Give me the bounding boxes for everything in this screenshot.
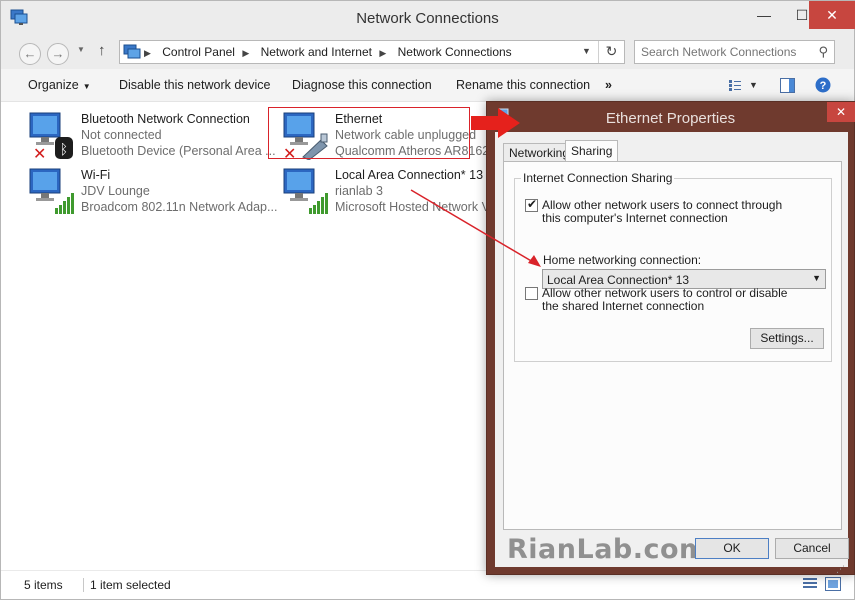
organize-menu[interactable]: Organize ▼ <box>28 78 91 92</box>
list-item[interactable]: ᛒ ✕ Bluetooth Network Connection Not con… <box>27 108 276 160</box>
resize-grip-icon[interactable]: ⋰ <box>836 564 845 575</box>
allow-connect-label: Allow other network users to connect thr… <box>542 198 783 225</box>
connection-status: Not connected <box>81 128 162 142</box>
window-title: Network Connections <box>356 10 499 27</box>
address-dropdown-chevron-icon[interactable]: ▼ <box>582 46 591 56</box>
chevron-down-icon: ▼ <box>812 273 821 283</box>
control-panel-icon <box>123 44 141 59</box>
connection-name: Bluetooth Network Connection <box>81 112 250 126</box>
search-box[interactable]: ⚲ <box>634 40 835 64</box>
address-row: ← → ▼ ↑ ▶ Control Panel ▶ Network and In… <box>1 35 854 69</box>
connection-device: Microsoft Hosted Network V <box>335 200 490 214</box>
internet-connection-sharing-group: Internet Connection Sharing ✔ Allow othe… <box>514 171 832 362</box>
dialog-body: Networking Sharing Internet Connection S… <box>495 132 849 567</box>
sharing-tab-panel: Internet Connection Sharing ✔ Allow othe… <box>503 161 842 530</box>
connection-device: Bluetooth Device (Personal Area ... <box>81 144 276 158</box>
title-bar[interactable]: Network Connections — ☐ ✕ <box>1 1 855 35</box>
ethernet-highlight-annotation <box>268 107 470 159</box>
ethernet-properties-dialog: Ethernet Properties ✕ Networking Sharing… <box>486 101 855 575</box>
view-options-chevron-icon[interactable]: ▼ <box>749 80 758 90</box>
svg-text:ᛒ: ᛒ <box>60 142 68 158</box>
up-arrow-icon: ↑ <box>98 42 106 59</box>
rename-connection-button[interactable]: Rename this connection <box>456 78 590 92</box>
diagnose-connection-button[interactable]: Diagnose this connection <box>292 78 432 92</box>
connection-device: Broadcom 802.11n Network Adap... <box>81 200 278 214</box>
breadcrumb-separator-icon[interactable]: ▶ <box>242 48 249 58</box>
preview-pane-icon[interactable] <box>780 78 795 93</box>
group-title: Internet Connection Sharing <box>521 171 675 185</box>
disable-device-button[interactable]: Disable this network device <box>119 78 270 92</box>
dialog-title: Ethernet Properties <box>605 110 736 127</box>
item-count: 5 items <box>24 578 63 592</box>
home-networking-label: Home networking connection: <box>543 253 702 267</box>
forward-button[interactable]: → <box>47 43 69 65</box>
home-networking-value: Local Area Connection* 13 <box>547 273 690 287</box>
breadcrumb-network-connections[interactable]: Network Connections <box>398 45 512 59</box>
search-icon[interactable]: ⚲ <box>818 44 828 60</box>
allow-control-label: Allow other network users to control or … <box>542 286 788 313</box>
breadcrumb-network-and-internet[interactable]: Network and Internet <box>261 45 372 59</box>
watermark-text: RianLab.com <box>507 534 708 565</box>
selection-count: 1 item selected <box>83 578 171 592</box>
checkmark-icon: ✔ <box>527 197 538 211</box>
list-item[interactable]: Wi-Fi JDV Lounge Broadcom 802.11n Networ… <box>27 164 277 216</box>
view-options-icon[interactable] <box>728 78 742 92</box>
close-icon: ✕ <box>835 105 847 119</box>
breadcrumb-separator-icon: ▶ <box>144 48 151 58</box>
breadcrumb-separator-icon[interactable]: ▶ <box>379 48 386 58</box>
settings-button[interactable]: Settings... <box>750 328 824 349</box>
cancel-button[interactable]: Cancel <box>775 538 849 559</box>
svg-text:✕: ✕ <box>33 144 46 160</box>
tab-sharing[interactable]: Sharing <box>565 140 619 162</box>
command-bar: Organize ▼ Disable this network device Di… <box>1 69 854 102</box>
dialog-close-button[interactable]: ✕ <box>827 102 855 122</box>
connection-status: rianlab 3 <box>335 184 383 198</box>
ok-button[interactable]: OK <box>695 538 769 559</box>
connection-name: Local Area Connection* 13 <box>335 168 484 182</box>
up-arrow-button[interactable]: ↑ <box>98 42 106 59</box>
help-icon[interactable]: ? <box>815 77 831 93</box>
connection-status: JDV Lounge <box>81 184 150 198</box>
forward-arrow-icon: → <box>51 46 65 61</box>
more-commands-button[interactable]: » <box>605 78 612 92</box>
refresh-button[interactable]: ↻ <box>598 41 624 63</box>
large-icons-view-icon[interactable] <box>825 577 841 591</box>
back-button[interactable]: ← <box>19 43 41 65</box>
breadcrumb: ▶ Control Panel ▶ Network and Internet ▶… <box>144 45 516 59</box>
wifi-adapter-icon <box>29 168 74 214</box>
refresh-icon: ↻ <box>605 43 618 59</box>
back-arrow-icon: ← <box>23 46 37 61</box>
recent-locations-chevron-icon[interactable]: ▼ <box>77 45 85 54</box>
hosted-network-adapter-icon <box>283 168 328 214</box>
svg-text:?: ? <box>820 80 827 92</box>
details-view-icon[interactable] <box>802 577 818 591</box>
minimize-button[interactable]: — <box>750 1 778 29</box>
search-input[interactable] <box>641 44 811 60</box>
list-item[interactable]: Local Area Connection* 13 rianlab 3 Micr… <box>281 164 490 216</box>
organize-label: Organize <box>28 78 79 92</box>
bluetooth-adapter-icon: ᛒ ✕ <box>29 112 73 160</box>
close-button[interactable]: ✕ <box>809 1 855 29</box>
allow-connect-checkbox[interactable]: ✔ <box>525 197 538 212</box>
chevron-down-icon: ▼ <box>82 82 91 91</box>
connection-name: Wi-Fi <box>81 168 111 182</box>
allow-control-checkbox[interactable] <box>525 287 538 300</box>
address-bar[interactable]: ▶ Control Panel ▶ Network and Internet ▶… <box>119 40 625 64</box>
breadcrumb-control-panel[interactable]: Control Panel <box>162 45 235 59</box>
